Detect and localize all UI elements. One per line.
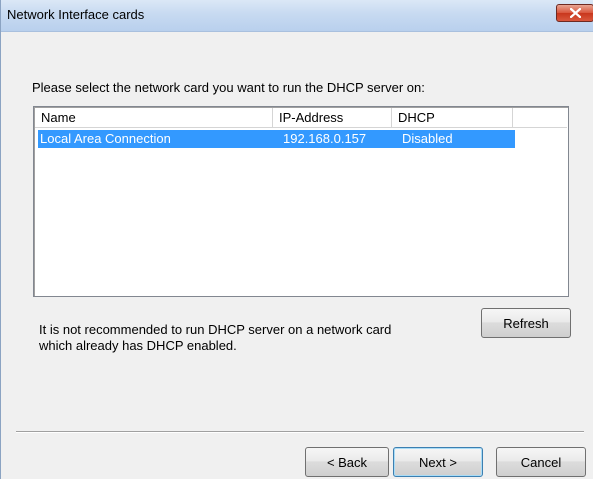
warning-line-1: It is not recommended to run DHCP server…	[39, 322, 392, 337]
close-button[interactable]	[556, 4, 593, 22]
instruction-text: Please select the network card you want …	[32, 80, 425, 95]
list-header: Name IP-Address DHCP	[35, 108, 567, 128]
next-button[interactable]: Next >	[393, 447, 483, 477]
column-header-ip-address[interactable]: IP-Address	[273, 108, 392, 127]
list-item-dhcp: Disabled	[402, 131, 453, 146]
column-header-name[interactable]: Name	[35, 108, 273, 127]
refresh-button[interactable]: Refresh	[481, 308, 571, 338]
list-item-selected[interactable]: Local Area Connection 192.168.0.157 Disa…	[38, 130, 515, 148]
window-title: Network Interface cards	[7, 7, 145, 22]
back-button[interactable]: < Back	[305, 447, 389, 477]
title-bar[interactable]: Network Interface cards	[1, 0, 593, 32]
close-icon	[570, 8, 581, 18]
button-separator	[16, 431, 584, 433]
network-card-list[interactable]: Name IP-Address DHCP Local Area Connecti…	[33, 106, 569, 297]
warning-line-2: which already has DHCP enabled.	[39, 338, 237, 353]
column-header-dhcp[interactable]: DHCP	[392, 108, 513, 127]
cancel-button[interactable]: Cancel	[496, 447, 586, 477]
warning-note: It is not recommended to run DHCP server…	[39, 322, 419, 354]
list-item-ip: 192.168.0.157	[283, 131, 367, 146]
list-item-name: Local Area Connection	[40, 131, 171, 146]
dialog-window: Network Interface cards Please select th…	[0, 0, 593, 479]
